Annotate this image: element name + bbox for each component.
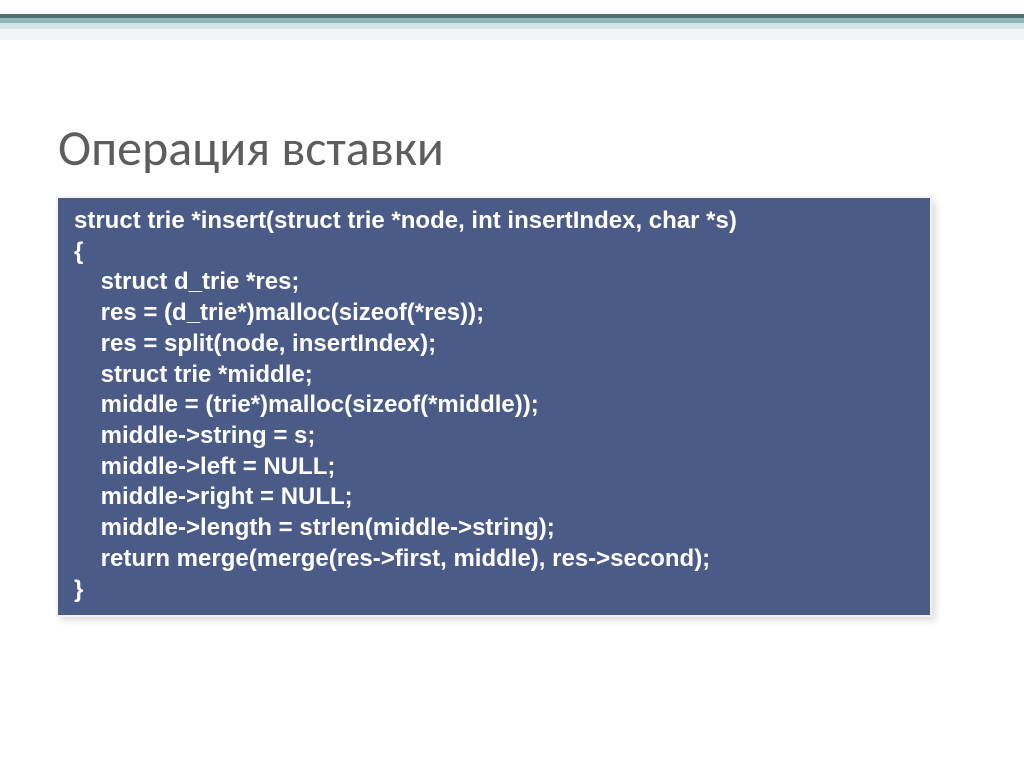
code-block: struct trie *insert(struct trie *node, i… (56, 196, 932, 617)
stripe-pale (0, 29, 1024, 40)
top-decoration (0, 14, 1024, 40)
code-line: } (74, 575, 914, 606)
code-box: struct trie *insert(struct trie *node, i… (56, 196, 932, 617)
code-line: res = split(node, insertIndex); (74, 329, 914, 360)
code-line: middle->string = s; (74, 421, 914, 452)
code-line: struct trie *insert(struct trie *node, i… (74, 206, 914, 237)
code-line: middle->right = NULL; (74, 482, 914, 513)
code-line: struct d_trie *res; (74, 267, 914, 298)
slide-title: Операция вставки (58, 118, 444, 179)
code-line: middle->length = strlen(middle->string); (74, 513, 914, 544)
code-line: res = (d_trie*)malloc(sizeof(*res)); (74, 298, 914, 329)
slide: Операция вставки struct trie *insert(str… (0, 0, 1024, 768)
code-line: middle = (trie*)malloc(sizeof(*middle)); (74, 390, 914, 421)
code-line: { (74, 237, 914, 268)
code-line: return merge(merge(res->first, middle), … (74, 544, 914, 575)
code-line: middle->left = NULL; (74, 452, 914, 483)
code-line: struct trie *middle; (74, 360, 914, 391)
